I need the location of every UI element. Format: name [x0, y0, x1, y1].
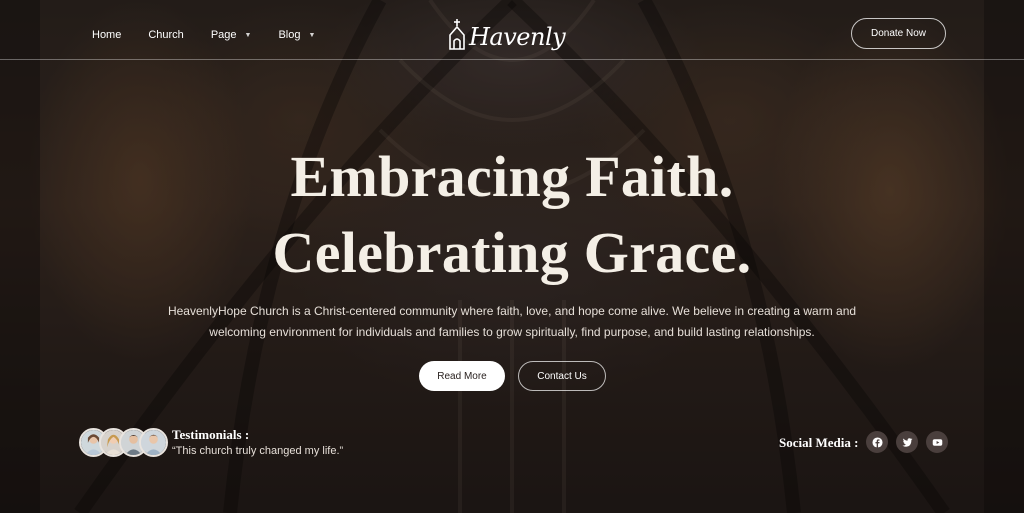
avatar: [139, 428, 168, 457]
hero-title-line-2: Celebrating Grace.: [272, 220, 752, 285]
main-nav: Home Church Page ▼ Blog ▼: [92, 29, 342, 41]
twitter-icon[interactable]: [896, 431, 918, 453]
logo[interactable]: Havenly: [447, 18, 566, 55]
chevron-down-icon: ▼: [308, 31, 316, 39]
hero-title-line-1: Embracing Faith.: [290, 144, 734, 209]
facebook-icon[interactable]: [866, 431, 888, 453]
hero-description-line-1: HeavenlyHope Church is a Christ-centered…: [167, 304, 857, 318]
testimonial-quote: “This church truly changed my life.”: [172, 445, 344, 457]
nav-item-church[interactable]: Church: [148, 29, 183, 41]
nav-item-label: Page: [210, 29, 237, 41]
logo-text: Havenly: [469, 22, 566, 51]
contact-us-button[interactable]: Contact Us: [518, 361, 606, 391]
chevron-down-icon: ▼: [244, 31, 252, 39]
social-media-label: Social Media :: [779, 435, 859, 450]
hero-description-line-2: welcoming environment for individuals an…: [209, 325, 815, 339]
hero-description: HeavenlyHope Church is a Christ-centered…: [150, 301, 874, 343]
nav-item-page[interactable]: Page ▼: [211, 29, 252, 41]
youtube-icon[interactable]: [926, 431, 948, 453]
church-icon: [447, 18, 467, 55]
donate-button[interactable]: Donate Now: [851, 18, 946, 49]
nav-item-home[interactable]: Home: [92, 29, 121, 41]
nav-item-blog[interactable]: Blog ▼: [278, 29, 315, 41]
nav-item-label: Church: [148, 29, 184, 41]
testimonials-title: Testimonials :: [172, 427, 250, 442]
social-links: [866, 431, 948, 453]
read-more-button[interactable]: Read More: [419, 361, 505, 391]
nav-item-label: Home: [92, 29, 122, 41]
site-header: Home Church Page ▼ Blog ▼ Havenly Donate…: [0, 0, 1024, 60]
testimonial-avatars: [79, 428, 168, 457]
nav-item-label: Blog: [278, 29, 301, 41]
